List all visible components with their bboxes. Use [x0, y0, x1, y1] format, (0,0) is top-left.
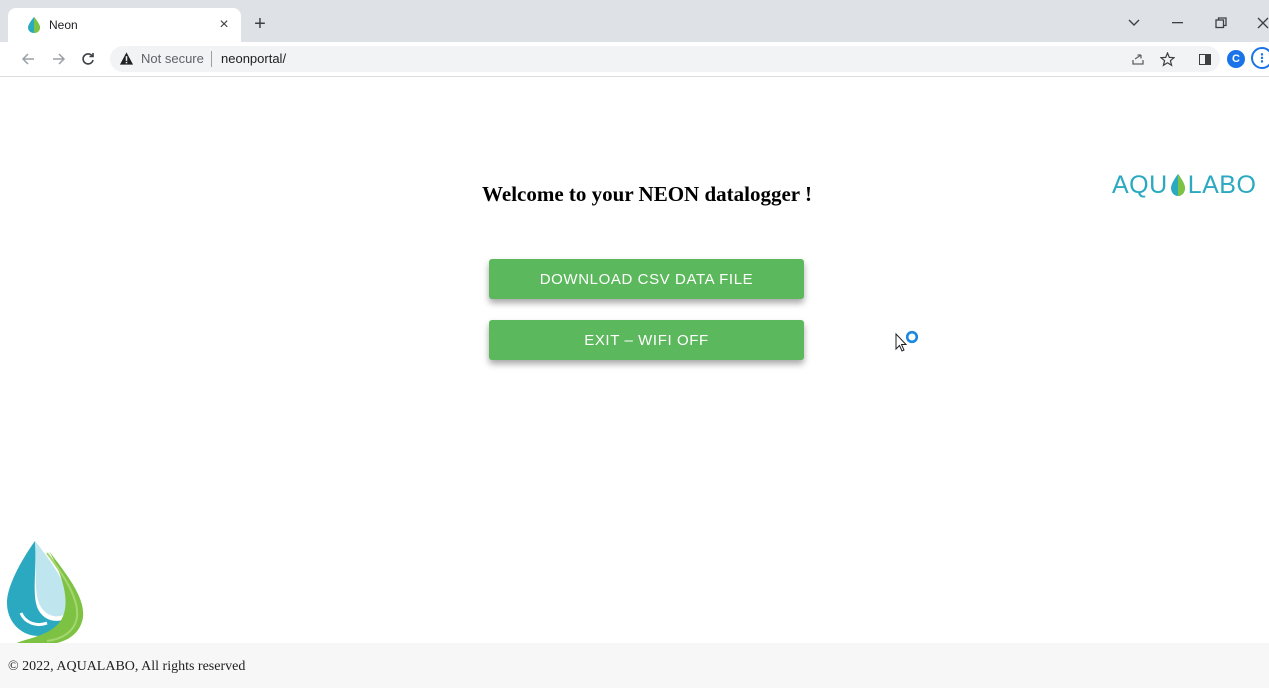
star-icon[interactable] — [1159, 51, 1175, 67]
water-drop-icon — [28, 17, 40, 33]
logo-text-prefix: AQU — [1112, 170, 1168, 199]
download-csv-button[interactable]: DOWNLOAD CSV DATA FILE — [489, 259, 804, 299]
welcome-heading: Welcome to your NEON datalogger ! — [482, 182, 812, 206]
warning-icon[interactable] — [119, 51, 134, 66]
share-icon[interactable] — [1130, 51, 1146, 67]
logo-text-suffix: LABO — [1187, 170, 1257, 199]
restore-icon[interactable] — [1210, 12, 1232, 34]
reload-icon — [82, 53, 94, 65]
arrow-left-icon — [21, 53, 34, 65]
tab-title: Neon — [49, 18, 78, 32]
kebab-menu-icon[interactable]: ⋮ — [1251, 47, 1269, 69]
tab-neon[interactable]: Neon × — [8, 8, 241, 42]
back-button[interactable] — [18, 49, 38, 69]
tab-strip: Neon × + — [0, 0, 1269, 42]
copyright-text: © 2022, AQUALABO, All rights reserved — [8, 659, 246, 674]
new-tab-button[interactable]: + — [249, 13, 271, 35]
browser-toolbar: Not secure neonportal/ C ⋮ — [0, 42, 1269, 77]
exit-wifi-off-button[interactable]: EXIT – WIFI OFF — [489, 320, 804, 360]
url-text[interactable]: neonportal/ — [221, 51, 286, 67]
page-content: Welcome to your NEON datalogger ! AQU LA… — [0, 77, 1269, 688]
browser-window: Neon × + Not secure neonportal/ C ⋮ Welc… — [0, 0, 1269, 688]
address-bar[interactable]: Not secure neonportal/ — [110, 46, 1220, 72]
page-footer: © 2022, AQUALABO, All rights reserved — [0, 643, 1269, 688]
logo-drop-icon — [1170, 174, 1185, 196]
url-separator — [211, 51, 212, 67]
profile-avatar[interactable]: C — [1227, 50, 1245, 68]
tab-search-icon[interactable] — [1123, 12, 1145, 34]
busy-cursor-icon — [895, 330, 919, 352]
water-drop-logo-icon — [7, 541, 84, 644]
side-panel-icon[interactable] — [1199, 54, 1211, 65]
minimize-icon[interactable] — [1167, 12, 1189, 34]
close-window-icon[interactable] — [1252, 12, 1269, 34]
security-label[interactable]: Not secure — [141, 51, 204, 67]
forward-button[interactable] — [49, 49, 69, 69]
aqualabo-logo: AQU LABO — [1112, 170, 1256, 200]
close-tab-icon[interactable]: × — [215, 16, 233, 34]
arrow-right-icon — [53, 53, 66, 65]
reload-button[interactable] — [78, 49, 98, 69]
